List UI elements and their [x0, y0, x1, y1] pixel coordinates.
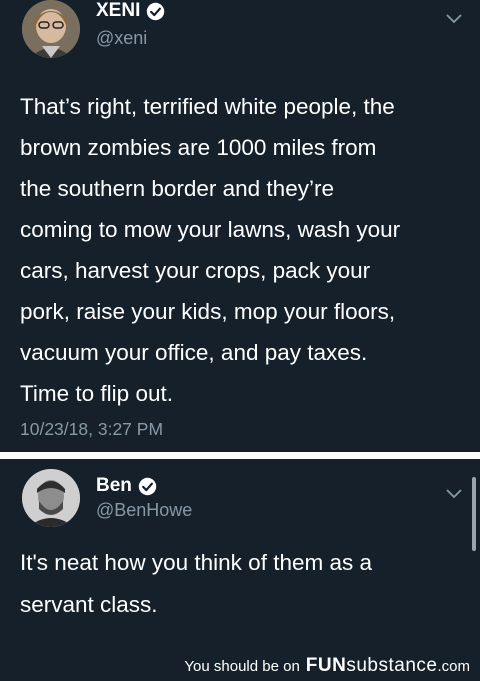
user-handle[interactable]: @xeni — [96, 27, 147, 49]
author-name-row: Ben — [96, 475, 157, 497]
scrollbar[interactable] — [472, 477, 476, 551]
avatar[interactable] — [22, 0, 80, 58]
watermark-tld: .com — [437, 657, 470, 675]
tweet-timestamp[interactable]: 10/23/18, 3:27 PM — [20, 418, 163, 440]
watermark-brand-substance: substance — [346, 655, 438, 676]
verified-badge-icon — [138, 477, 157, 496]
tweet-text: That’s right, terrified white people, th… — [20, 94, 401, 406]
tweet-card-ben[interactable]: Ben @BenHowe It's neat how you think of … — [0, 459, 480, 651]
verified-badge-icon — [146, 2, 165, 21]
author-name-row: XENI — [96, 0, 165, 22]
avatar[interactable] — [22, 469, 80, 527]
page: XENI @xeni That’s right, terrified white… — [0, 0, 480, 681]
watermark-footer: You should be on FUNsubstance .com — [0, 651, 480, 681]
tweet-card-xeni[interactable]: XENI @xeni That’s right, terrified white… — [0, 0, 480, 452]
watermark-brand: FUNsubstance — [306, 655, 438, 677]
watermark-brand-fun: FUN — [305, 655, 347, 676]
chevron-down-icon[interactable] — [446, 486, 462, 499]
display-name[interactable]: XENI — [96, 0, 140, 22]
display-name[interactable]: Ben — [96, 475, 132, 497]
watermark-prefix: You should be on — [184, 657, 300, 675]
user-handle[interactable]: @BenHowe — [96, 499, 192, 521]
tweet-text: It's neat how you think of them as a ser… — [20, 550, 372, 617]
chevron-down-icon[interactable] — [446, 11, 462, 24]
